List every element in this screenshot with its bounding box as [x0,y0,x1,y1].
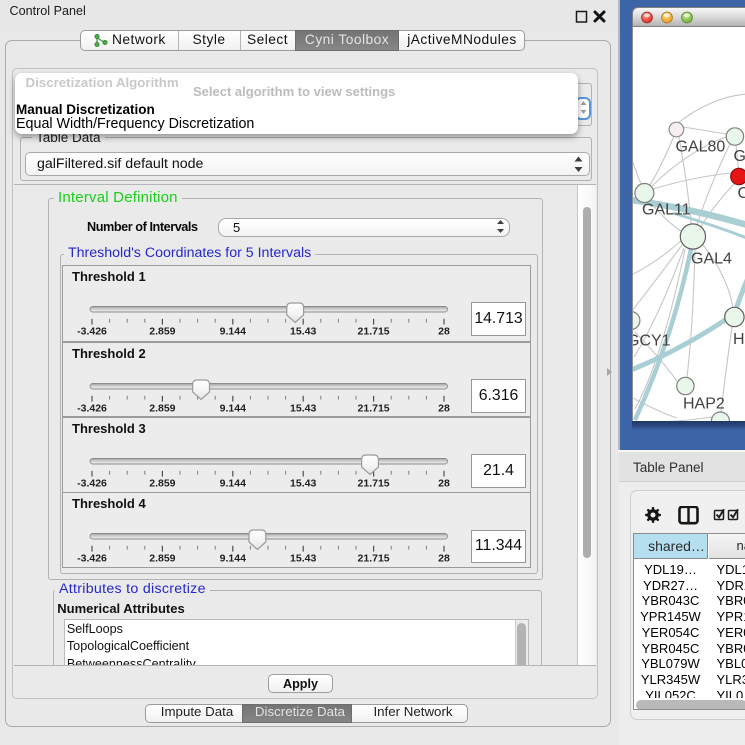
svg-text:HAP2: HAP2 [683,396,725,413]
svg-text:-3.426: -3.426 [77,402,107,414]
svg-text:2.859: 2.859 [149,477,175,489]
svg-text:GAL80: GAL80 [675,139,725,156]
svg-text:2.859: 2.859 [149,325,175,337]
svg-text:28: 28 [438,402,450,414]
svg-text:-3.426: -3.426 [77,325,107,337]
svg-text:28: 28 [438,552,450,564]
svg-text:9.144: 9.144 [220,477,246,489]
svg-text:GAL11: GAL11 [642,202,691,219]
svg-text:-3.426: -3.426 [77,477,107,489]
svg-text:21.715: 21.715 [358,477,390,489]
svg-text:21.715: 21.715 [358,325,390,337]
svg-text:15.43: 15.43 [290,325,316,337]
svg-text:15.43: 15.43 [290,402,316,414]
svg-text:-3.426: -3.426 [77,552,107,564]
svg-text:GA: GA [733,148,745,165]
svg-text:9.144: 9.144 [220,552,246,564]
svg-text:2.859: 2.859 [149,552,175,564]
svg-text:9.144: 9.144 [220,402,246,414]
svg-text:15.43: 15.43 [290,552,316,564]
svg-text:21.715: 21.715 [358,402,390,414]
svg-text:28: 28 [438,477,450,489]
svg-text:GAL4: GAL4 [691,251,732,268]
svg-text:2.859: 2.859 [149,402,175,414]
svg-text:GCY1: GCY1 [633,333,671,350]
svg-text:H: H [733,331,745,348]
svg-text:9.144: 9.144 [220,325,246,337]
svg-text:28: 28 [438,325,450,337]
svg-text:21.715: 21.715 [358,552,390,564]
svg-text:C: C [737,185,745,202]
svg-text:15.43: 15.43 [290,477,316,489]
